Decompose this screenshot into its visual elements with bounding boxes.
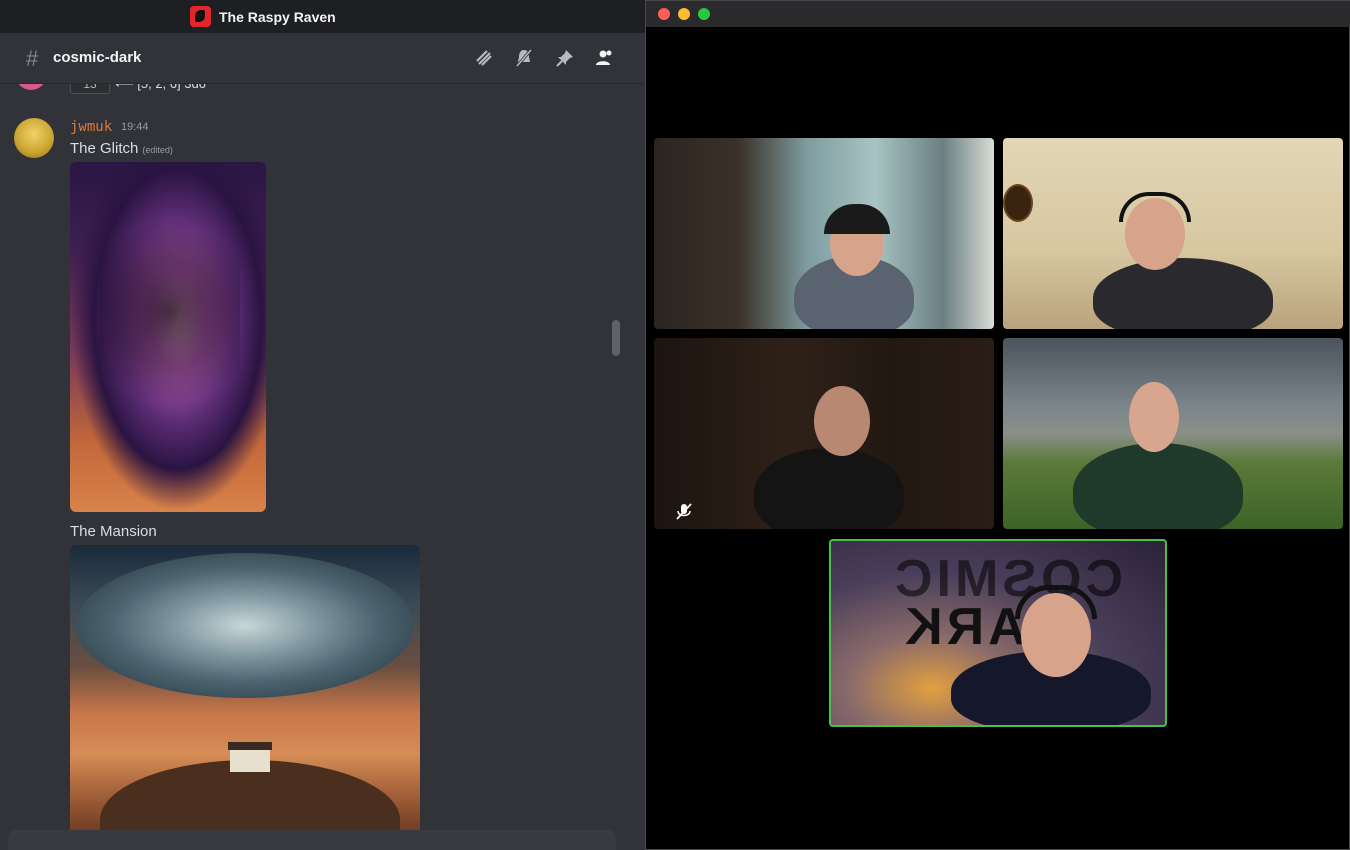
app-title: The Raspy Raven [190, 6, 336, 27]
message-text-1: The Glitch [70, 140, 139, 157]
participant-body [1093, 258, 1273, 329]
pin-icon[interactable] [555, 48, 575, 68]
headset [1119, 192, 1191, 222]
microphone-muted-icon [676, 503, 692, 520]
previous-avatar[interactable] [16, 84, 46, 90]
maximize-window-button[interactable] [698, 8, 710, 20]
participant-head [1129, 382, 1179, 452]
video-tile-participant-2[interactable] [1003, 138, 1343, 329]
close-window-button[interactable] [658, 8, 670, 20]
channel-name: cosmic-dark [53, 49, 142, 66]
participant-body [1073, 443, 1243, 529]
message-timestamp: 19:44 [121, 121, 149, 133]
participant-body [754, 448, 904, 529]
hash-icon: # [26, 46, 39, 71]
image-planet-disc [76, 553, 414, 698]
app-title-text: The Raspy Raven [219, 8, 336, 25]
edited-label: (edited) [142, 145, 173, 155]
image-attachment-mansion[interactable] [70, 545, 420, 830]
minimize-window-button[interactable] [678, 8, 690, 20]
threads-icon[interactable] [474, 48, 494, 68]
channel-header: # cosmic-dark [0, 33, 645, 84]
notifications-muted-icon[interactable] [514, 48, 534, 68]
dice-result-badge: 13 [70, 84, 110, 94]
video-window-titlebar [646, 1, 1350, 27]
discord-window: The Raspy Raven # cosmic-dark 13 ⟵ [5, 2… [0, 0, 645, 850]
raven-logo-icon [190, 6, 211, 27]
headset [824, 204, 890, 234]
message-scrollbar[interactable] [612, 320, 620, 356]
image-attachment-glitch[interactable] [70, 162, 266, 512]
message-list[interactable]: 13 ⟵ [5, 2, 6] 3d6 jwmuk 19:44 The Glitc… [0, 84, 610, 830]
message-username[interactable]: jwmuk [70, 119, 112, 135]
wall-clock [1003, 184, 1033, 222]
video-tile-participant-4[interactable] [1003, 338, 1343, 529]
dice-roll-text: ⟵ [5, 2, 6] 3d6 [115, 84, 206, 92]
image-house [228, 742, 272, 772]
message-text-glitch: The Glitch (edited) [70, 140, 173, 157]
video-tile-active-speaker[interactable]: COSMIC ARK [829, 539, 1167, 727]
video-tile-participant-1[interactable] [654, 138, 994, 329]
app-titlebar: The Raspy Raven [0, 0, 645, 33]
message-text-mansion: The Mansion [70, 523, 157, 540]
participant-head [814, 386, 870, 456]
members-icon[interactable] [595, 48, 615, 68]
video-tile-participant-3[interactable] [654, 338, 994, 529]
avatar[interactable] [14, 118, 54, 158]
chat-input-bar[interactable] [8, 830, 616, 850]
video-call-window: COSMIC ARK [645, 0, 1350, 850]
background-text-bottom: ARK [901, 598, 1026, 656]
